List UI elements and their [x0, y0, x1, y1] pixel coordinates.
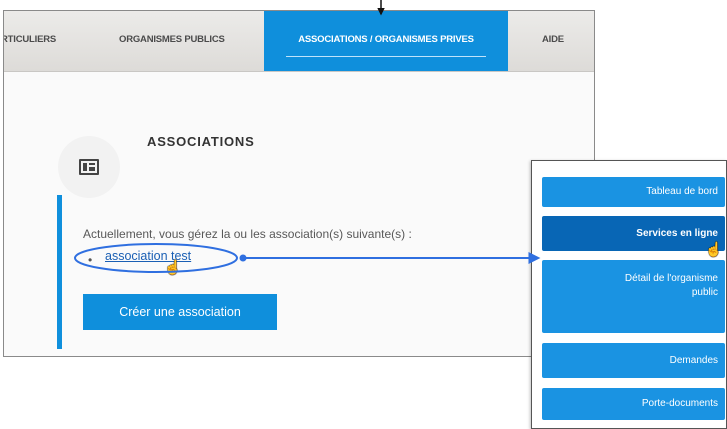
side-menu-panel: Tableau de bord Services en ligne ☝ Déta…: [531, 160, 727, 429]
active-tab-underline: [286, 56, 486, 57]
section-title: ASSOCIATIONS: [147, 134, 255, 149]
side-menu-porte-documents[interactable]: Porte-documents: [542, 388, 725, 420]
side-menu-services-label: Services en ligne: [636, 228, 718, 239]
create-association-button[interactable]: Créer une association: [83, 294, 277, 330]
side-menu-services-en-ligne[interactable]: Services en ligne: [542, 216, 725, 251]
side-menu-detail-line1: Détail de l'organisme: [624, 273, 718, 284]
side-menu-tableau-de-bord[interactable]: Tableau de bord: [542, 177, 725, 207]
list-bullet: •: [88, 253, 93, 267]
section-accent-bar: [57, 195, 62, 349]
id-card-icon: [79, 159, 99, 175]
nav-tab-organismes-publics[interactable]: ORGANISMES PUBLICS: [119, 11, 225, 71]
section-badge: [58, 136, 120, 198]
nav-tab-aide[interactable]: AIDE: [542, 11, 564, 71]
intro-text: Actuellement, vous gérez la ou les assoc…: [83, 227, 412, 241]
main-panel: RTICULIERS ORGANISMES PUBLICS ASSOCIATIO…: [3, 10, 595, 357]
side-menu-detail-line2: public: [691, 287, 718, 298]
side-menu-detail-organisme[interactable]: Détail de l'organisme public: [542, 260, 725, 333]
nav-tab-associations[interactable]: ASSOCIATIONS / ORGANISMES PRIVES: [264, 11, 508, 71]
hand-cursor-icon: ☝: [164, 259, 182, 275]
side-menu-demandes[interactable]: Demandes: [542, 343, 725, 378]
nav-tab-associations-label: ASSOCIATIONS / ORGANISMES PRIVES: [298, 34, 474, 45]
hand-cursor-icon: ☝: [705, 241, 723, 257]
nav-tab-particuliers[interactable]: RTICULIERS: [4, 11, 56, 71]
top-navigation: RTICULIERS ORGANISMES PUBLICS ASSOCIATIO…: [4, 11, 594, 72]
